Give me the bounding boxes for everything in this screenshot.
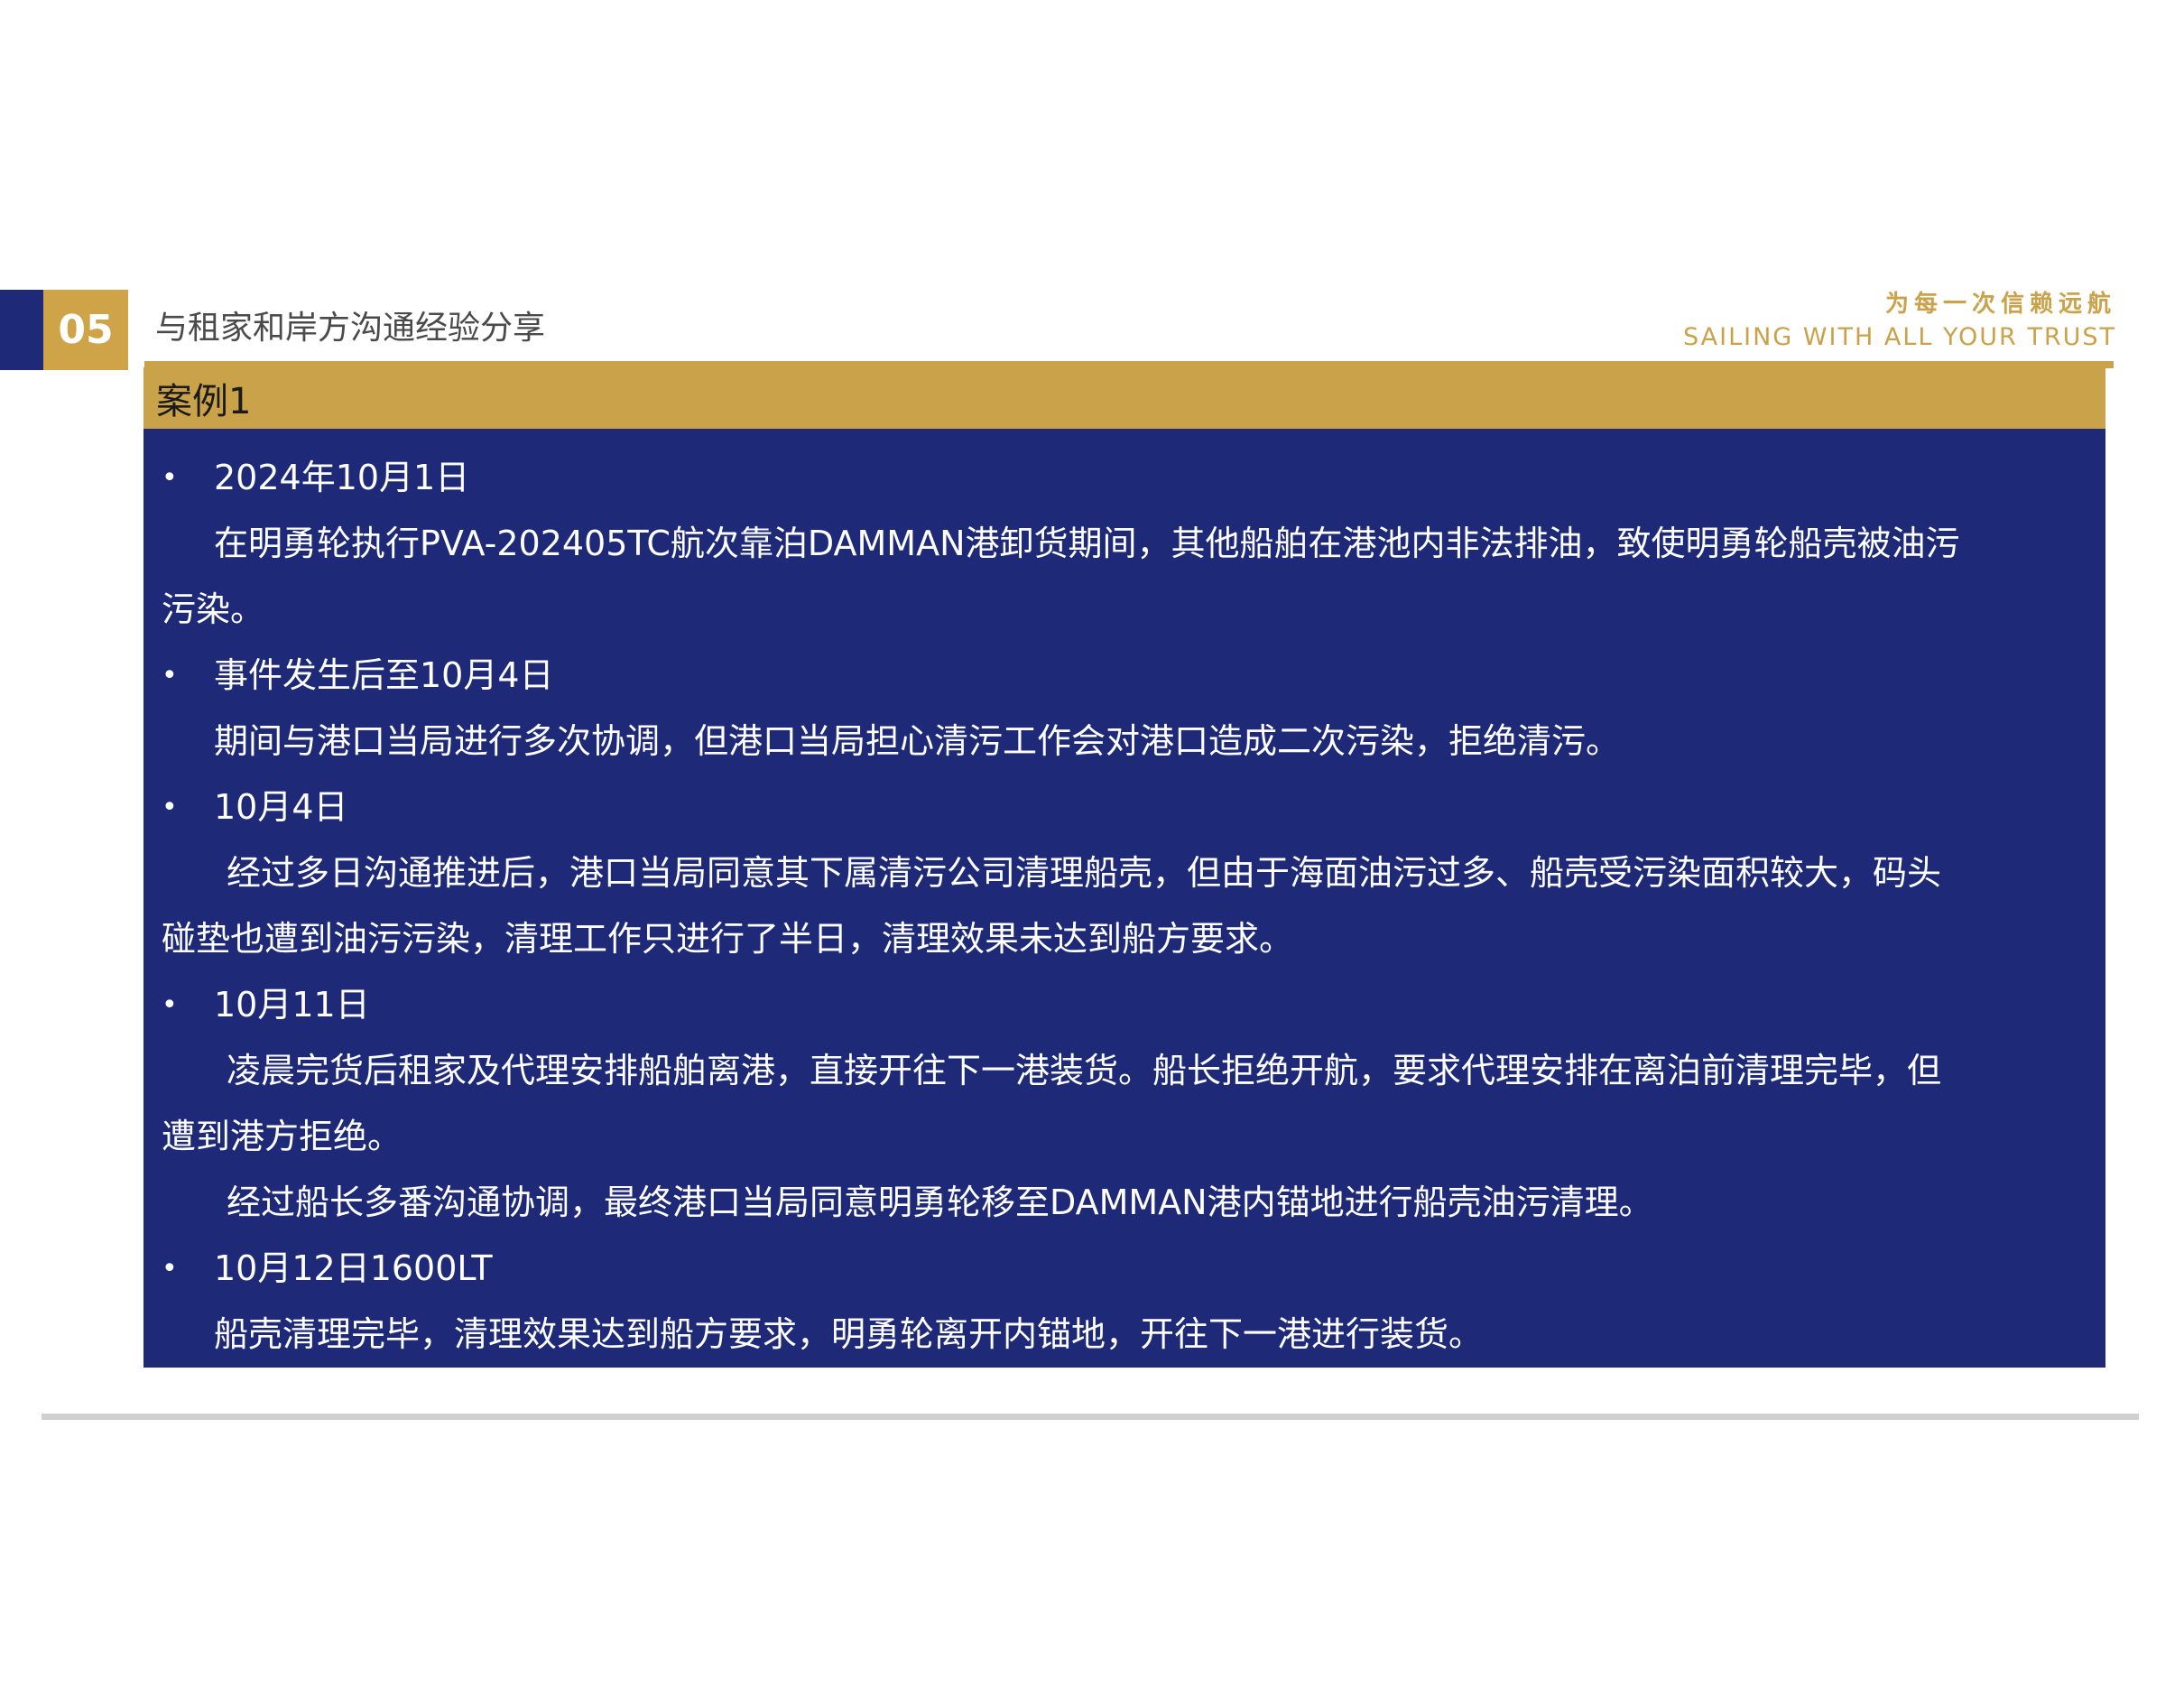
case-content-panel: • 2024年10月1日 在明勇轮执行PVA-202405TC航次靠泊DAMMA… xyxy=(143,429,2105,1368)
case-title: 案例1 xyxy=(143,367,2105,429)
bullet-date: 10月12日1600LT xyxy=(214,1248,493,1288)
bullet-item-5: • 10月12日1600LT xyxy=(162,1236,2084,1302)
footer-divider xyxy=(42,1414,2139,1420)
slogan-chinese: 为每一次信赖远航 xyxy=(1884,291,2116,318)
paragraph-line: 凌晨完货后租家及代理安排船舶离港，直接开往下一港装货。船长拒绝开航，要求代理安排… xyxy=(227,1051,1942,1090)
bullet-icon: • xyxy=(162,1253,178,1285)
paragraph-line: 碰垫也遭到油污污染，清理工作只进行了半日，清理效果未达到船方要求。 xyxy=(162,919,1294,959)
bullet-date: 事件发生后至10月4日 xyxy=(214,655,554,695)
section-number: 05 xyxy=(43,290,128,370)
paragraph-line: 在明勇轮执行PVA-202405TC航次靠泊DAMMAN港卸货期间，其他船舶在港… xyxy=(214,524,1960,563)
bullet-item-3: • 10月4日 xyxy=(162,774,2084,840)
bullet-item-2: • 事件发生后至10月4日 xyxy=(162,643,2084,709)
bullet-icon: • xyxy=(162,462,178,494)
slogan-english: SAILING WITH ALL YOUR TRUST xyxy=(1683,323,2116,351)
section-title: 与租家和岸方沟通经验分享 xyxy=(155,310,546,347)
paragraph-line: 经过多日沟通推进后，港口当局同意其下属清污公司清理船壳，但由于海面油污过多、船壳… xyxy=(227,853,1942,893)
bullet-icon: • xyxy=(162,660,178,691)
bullet-icon: • xyxy=(162,792,178,823)
paragraph-line: 船壳清理完毕，清理效果达到船方要求，明勇轮离开内锚地，开往下一港进行装货。 xyxy=(214,1314,1484,1354)
bullet-icon: • xyxy=(162,989,178,1021)
case-title-text: 案例1 xyxy=(156,381,252,422)
bullet-date: 10月4日 xyxy=(214,787,348,827)
bullet-item-4: • 10月11日 xyxy=(162,972,2084,1038)
bullet-item-1: • 2024年10月1日 xyxy=(162,445,2084,511)
paragraph-line: 污染。 xyxy=(162,589,265,629)
bullet-date: 10月11日 xyxy=(214,985,370,1025)
paragraph-line: 期间与港口当局进行多次协调，但港口当局担心清污工作会对港口造成二次污染，拒绝清污… xyxy=(214,721,1621,761)
paragraph-line: 遭到港方拒绝。 xyxy=(162,1117,403,1156)
paragraph-line: 经过船长多番沟通协调，最终港口当局同意明勇轮移至DAMMAN港内锚地进行船壳油污… xyxy=(227,1183,1653,1222)
bullet-date: 2024年10月1日 xyxy=(214,458,470,497)
section-accent-bar xyxy=(0,290,43,370)
